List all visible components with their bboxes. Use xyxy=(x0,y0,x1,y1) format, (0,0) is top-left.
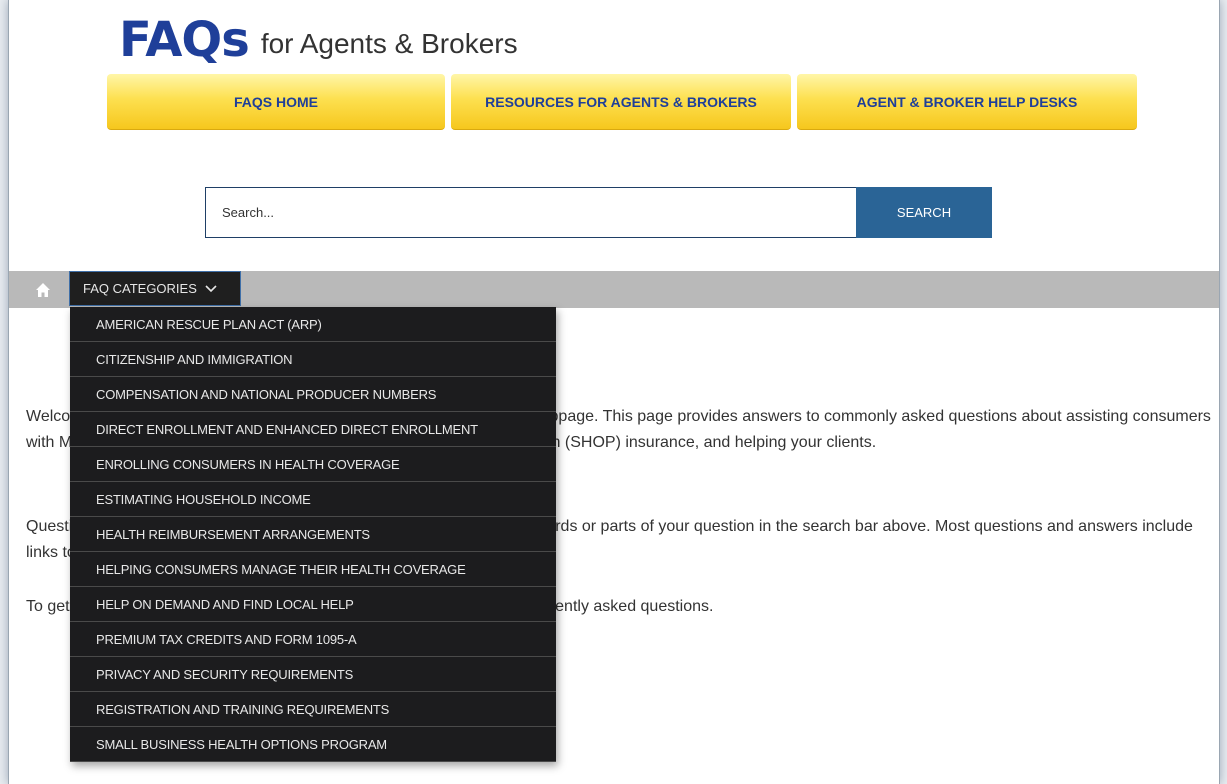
menu-item-enrolling-consumers[interactable]: ENROLLING CONSUMERS IN HEALTH COVERAGE xyxy=(70,447,556,482)
site-logo[interactable]: FAQs for Agents & Brokers xyxy=(119,12,518,64)
chevron-down-icon xyxy=(205,284,217,292)
menu-item-citizenship[interactable]: CITIZENSHIP AND IMMIGRATION xyxy=(70,342,556,377)
menu-item-direct-enrollment[interactable]: DIRECT ENROLLMENT AND ENHANCED DIRECT EN… xyxy=(70,412,556,447)
nav-help-desks[interactable]: AGENT & BROKER HELP DESKS xyxy=(797,74,1137,130)
menu-item-tax-credits[interactable]: PREMIUM TAX CREDITS AND FORM 1095-A xyxy=(70,622,556,657)
logo-subtitle: for Agents & Brokers xyxy=(260,28,518,59)
page-frame: FAQs for Agents & Brokers FAQS HOME RESO… xyxy=(8,0,1220,784)
faq-categories-menu: AMERICAN RESCUE PLAN ACT (ARP) CITIZENSH… xyxy=(70,307,556,762)
menu-item-privacy-security[interactable]: PRIVACY AND SECURITY REQUIREMENTS xyxy=(70,657,556,692)
home-icon[interactable] xyxy=(35,282,51,298)
menu-item-hra[interactable]: HEALTH REIMBURSEMENT ARRANGEMENTS xyxy=(70,517,556,552)
menu-item-manage-coverage[interactable]: HELPING CONSUMERS MANAGE THEIR HEALTH CO… xyxy=(70,552,556,587)
faq-categories-label: FAQ CATEGORIES xyxy=(83,281,197,296)
menu-item-shop[interactable]: SMALL BUSINESS HEALTH OPTIONS PROGRAM xyxy=(70,727,556,762)
menu-item-registration[interactable]: REGISTRATION AND TRAINING REQUIREMENTS xyxy=(70,692,556,727)
menu-item-household-income[interactable]: ESTIMATING HOUSEHOLD INCOME xyxy=(70,482,556,517)
search-button[interactable]: SEARCH xyxy=(856,187,992,238)
menu-item-help-on-demand[interactable]: HELP ON DEMAND AND FIND LOCAL HELP xyxy=(70,587,556,622)
search-input[interactable] xyxy=(205,187,856,238)
nav-faqs-home[interactable]: FAQS HOME xyxy=(107,74,445,130)
faq-categories-toggle[interactable]: FAQ CATEGORIES xyxy=(69,271,241,306)
logo-faqs-text: FAQs xyxy=(119,12,250,68)
menu-item-compensation[interactable]: COMPENSATION AND NATIONAL PRODUCER NUMBE… xyxy=(70,377,556,412)
nav-resources[interactable]: RESOURCES FOR AGENTS & BROKERS xyxy=(451,74,791,130)
menu-item-arp[interactable]: AMERICAN RESCUE PLAN ACT (ARP) xyxy=(70,307,556,342)
